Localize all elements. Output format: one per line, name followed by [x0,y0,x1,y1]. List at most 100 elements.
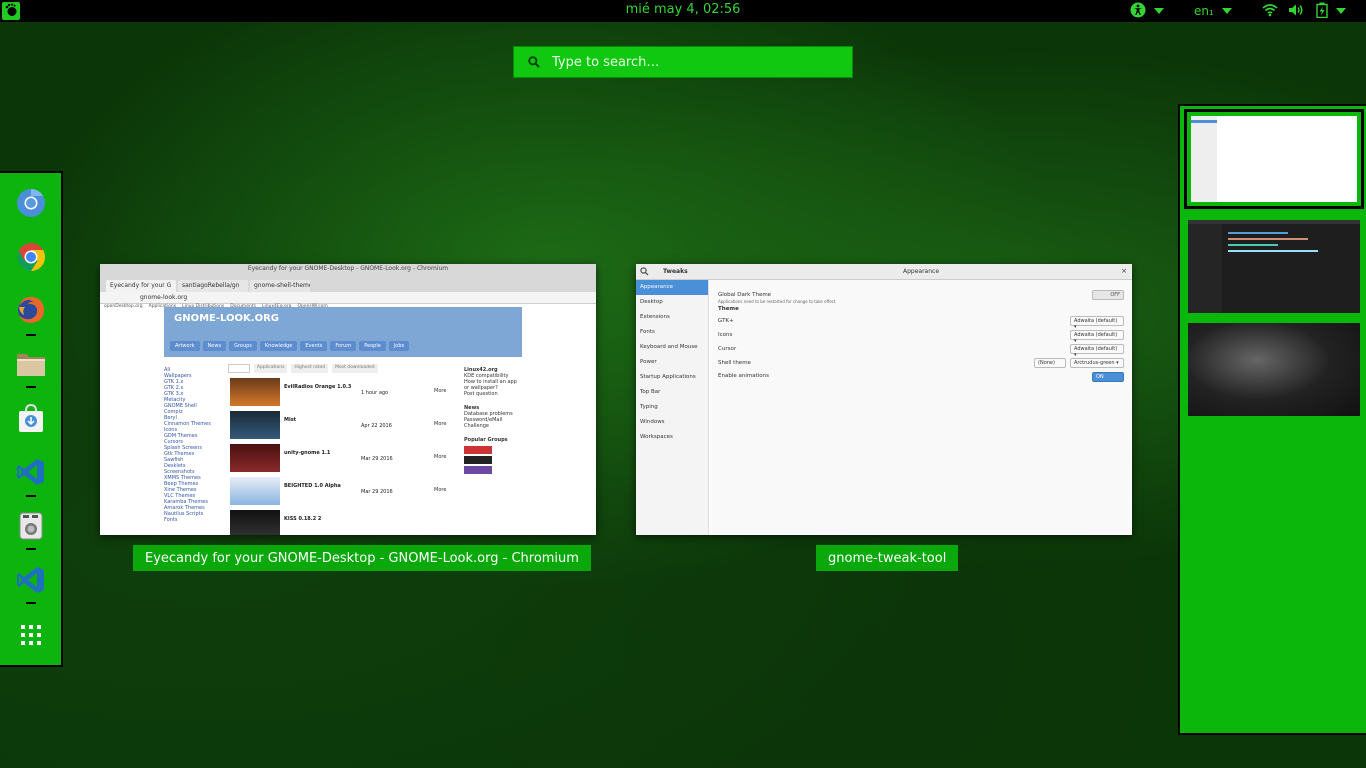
side-panel-link[interactable]: Challenge [464,423,522,429]
setting-label: Cursor [718,346,737,352]
dropdown-value: Adwaita (default) [1074,318,1118,324]
tweak-sidebar-item[interactable]: Fonts [636,325,708,340]
content-item[interactable]: unity-gnome 1.1 Mar 29 2016 More [228,442,458,474]
tweak-sidebar-item[interactable]: Top Bar [636,385,708,400]
site-nav-item[interactable]: Jobs [388,341,410,351]
window-caption-chromium[interactable]: Eyecandy for your GNOME-Desktop - GNOME-… [133,545,591,571]
group-banner[interactable] [464,446,492,454]
vscode-launcher[interactable] [13,456,49,492]
group-banner[interactable] [464,466,492,474]
more-link[interactable]: More [434,421,446,427]
content-title: KISS 0.18.2 2 [284,516,322,522]
tweak-sidebar-item[interactable]: Startup Applications [636,370,708,385]
side-panel-link[interactable]: How to install an app or wallpaper? [464,379,522,391]
tweak-sidebar-item[interactable]: Power [636,355,708,370]
site-nav-item[interactable]: Knowledge [259,341,298,351]
close-icon[interactable]: × [1121,267,1127,275]
tweak-sidebar-item[interactable]: Extensions [636,310,708,325]
workspace-2[interactable] [1188,220,1360,313]
content-item[interactable]: KISS 0.18.2 2 [228,508,458,535]
site-nav-item[interactable]: People [359,341,386,351]
running-indicator [26,334,36,336]
switch-state: OFF [1110,292,1120,298]
tweak-sidebar-item[interactable]: Windows [636,415,708,430]
chevron-down-icon [1221,8,1232,14]
address-bar[interactable]: gnome-look.org [100,292,596,304]
content-thumbnail [230,477,280,505]
clock[interactable]: mié may 4, 02:56 [626,2,741,17]
site-nav-item[interactable]: Groups [229,341,257,351]
site-nav-item[interactable]: Artwork [170,341,200,351]
category-item[interactable]: Fonts [164,517,222,523]
files-icon [16,350,46,382]
search-entry[interactable] [513,46,853,78]
chevron-down-icon [1336,8,1346,14]
gtk-theme-dropdown[interactable]: Adwaita (default) ▾ [1070,316,1124,330]
tweak-sidebar-item[interactable]: Appearance [636,280,708,295]
browser-tab[interactable]: santiagoRebella/gn [178,280,248,292]
browser-tab[interactable]: gnome-shell-theme [250,280,310,292]
content-title: unity-gnome 1.1 [284,450,331,456]
site-nav-item[interactable]: Forum [330,341,357,351]
system-menu[interactable] [1262,2,1346,20]
sort-tab[interactable]: Most downloaded [332,364,378,373]
tweak-sidebar-item[interactable]: Workspaces [636,430,708,445]
workspace-3[interactable] [1188,323,1360,416]
software-launcher[interactable] [13,402,49,438]
dark-theme-switch[interactable]: OFF [1092,290,1124,300]
chromium-launcher[interactable] [13,187,49,223]
window-caption-tweak-tool[interactable]: gnome-tweak-tool [816,545,959,571]
group-banner[interactable] [464,456,492,464]
workspace-1[interactable] [1184,109,1364,209]
sort-tab[interactable]: Applications [253,364,288,373]
tweak-sidebar-item[interactable]: Keyboard and Mouse [636,340,708,355]
running-indicator [26,548,36,550]
show-apps-button[interactable] [13,619,49,655]
content-date: Apr 22 2016 [361,423,392,429]
bookmark-item[interactable]: openDesktop.org [104,304,143,311]
shell-theme-reset-button[interactable]: (None) [1034,358,1066,368]
site-nav-item[interactable]: Events [300,341,328,351]
chrome-launcher[interactable] [13,241,49,277]
cursor-theme-dropdown[interactable]: Adwaita (default) ▾ [1070,344,1124,358]
tweak-sidebar-item[interactable]: Typing [636,400,708,415]
accessibility-menu[interactable] [1130,2,1164,20]
content-thumbnail [230,378,280,406]
running-indicator [26,386,36,388]
side-panel-heading: Popular Groups [464,437,508,443]
more-link[interactable]: More [434,487,446,493]
search-input[interactable] [552,54,832,70]
sort-tab[interactable]: Highest rated [291,364,329,373]
activities-button[interactable] [2,2,20,20]
shell-none-label: (None) [1038,360,1055,366]
settings-panel-launcher[interactable] [13,510,49,546]
tweak-sidebar: Appearance Desktop Extensions Fonts Keyb… [636,280,709,535]
more-link[interactable]: More [434,454,446,460]
animations-switch[interactable]: ON [1092,372,1124,382]
top-bar: mié may 4, 02:56 en₁ [0,0,1366,22]
more-link[interactable]: More [434,388,446,394]
side-panel-link[interactable]: Post question [464,391,522,397]
tweak-sidebar-item[interactable]: Desktop [636,295,708,310]
sort-tab[interactable]: Latest [228,364,250,373]
workspace-switcher [1178,104,1366,735]
site-header: GNOME-LOOK.ORG Artwork News Groups Knowl… [164,307,522,357]
window-thumbnail-chromium[interactable]: Eyecandy for your GNOME-Desktop - GNOME-… [100,264,596,535]
vscode-insiders-launcher[interactable] [13,564,49,600]
browser-tab[interactable]: Eyecandy for your G [106,280,176,292]
shell-theme-dropdown[interactable]: Arctrudus-green ▾ [1070,358,1124,368]
keyboard-layout-menu[interactable]: en₁ [1194,2,1232,20]
firefox-icon [16,295,46,329]
content-item[interactable]: EvilRadios Orange 1.0.3 1 hour ago More [228,376,458,408]
show-apps-icon [20,624,42,650]
browser-titlebar: Eyecandy for your GNOME-Desktop - GNOME-… [100,264,596,280]
content-item[interactable]: BEIGHTED 1.0 Alpha Mar 29 2016 More [228,475,458,507]
files-launcher[interactable] [13,348,49,384]
site-nav-item[interactable]: News [202,341,227,351]
software-icon [17,403,45,437]
content-date: 1 hour ago [361,390,389,396]
window-thumbnail-tweak-tool[interactable]: Tweaks Appearance × Appearance Desktop E… [636,264,1132,535]
firefox-launcher[interactable] [13,294,49,330]
content-item[interactable]: Mist Apr 22 2016 More [228,409,458,441]
icons-theme-dropdown[interactable]: Adwaita (default) ▾ [1070,330,1124,344]
